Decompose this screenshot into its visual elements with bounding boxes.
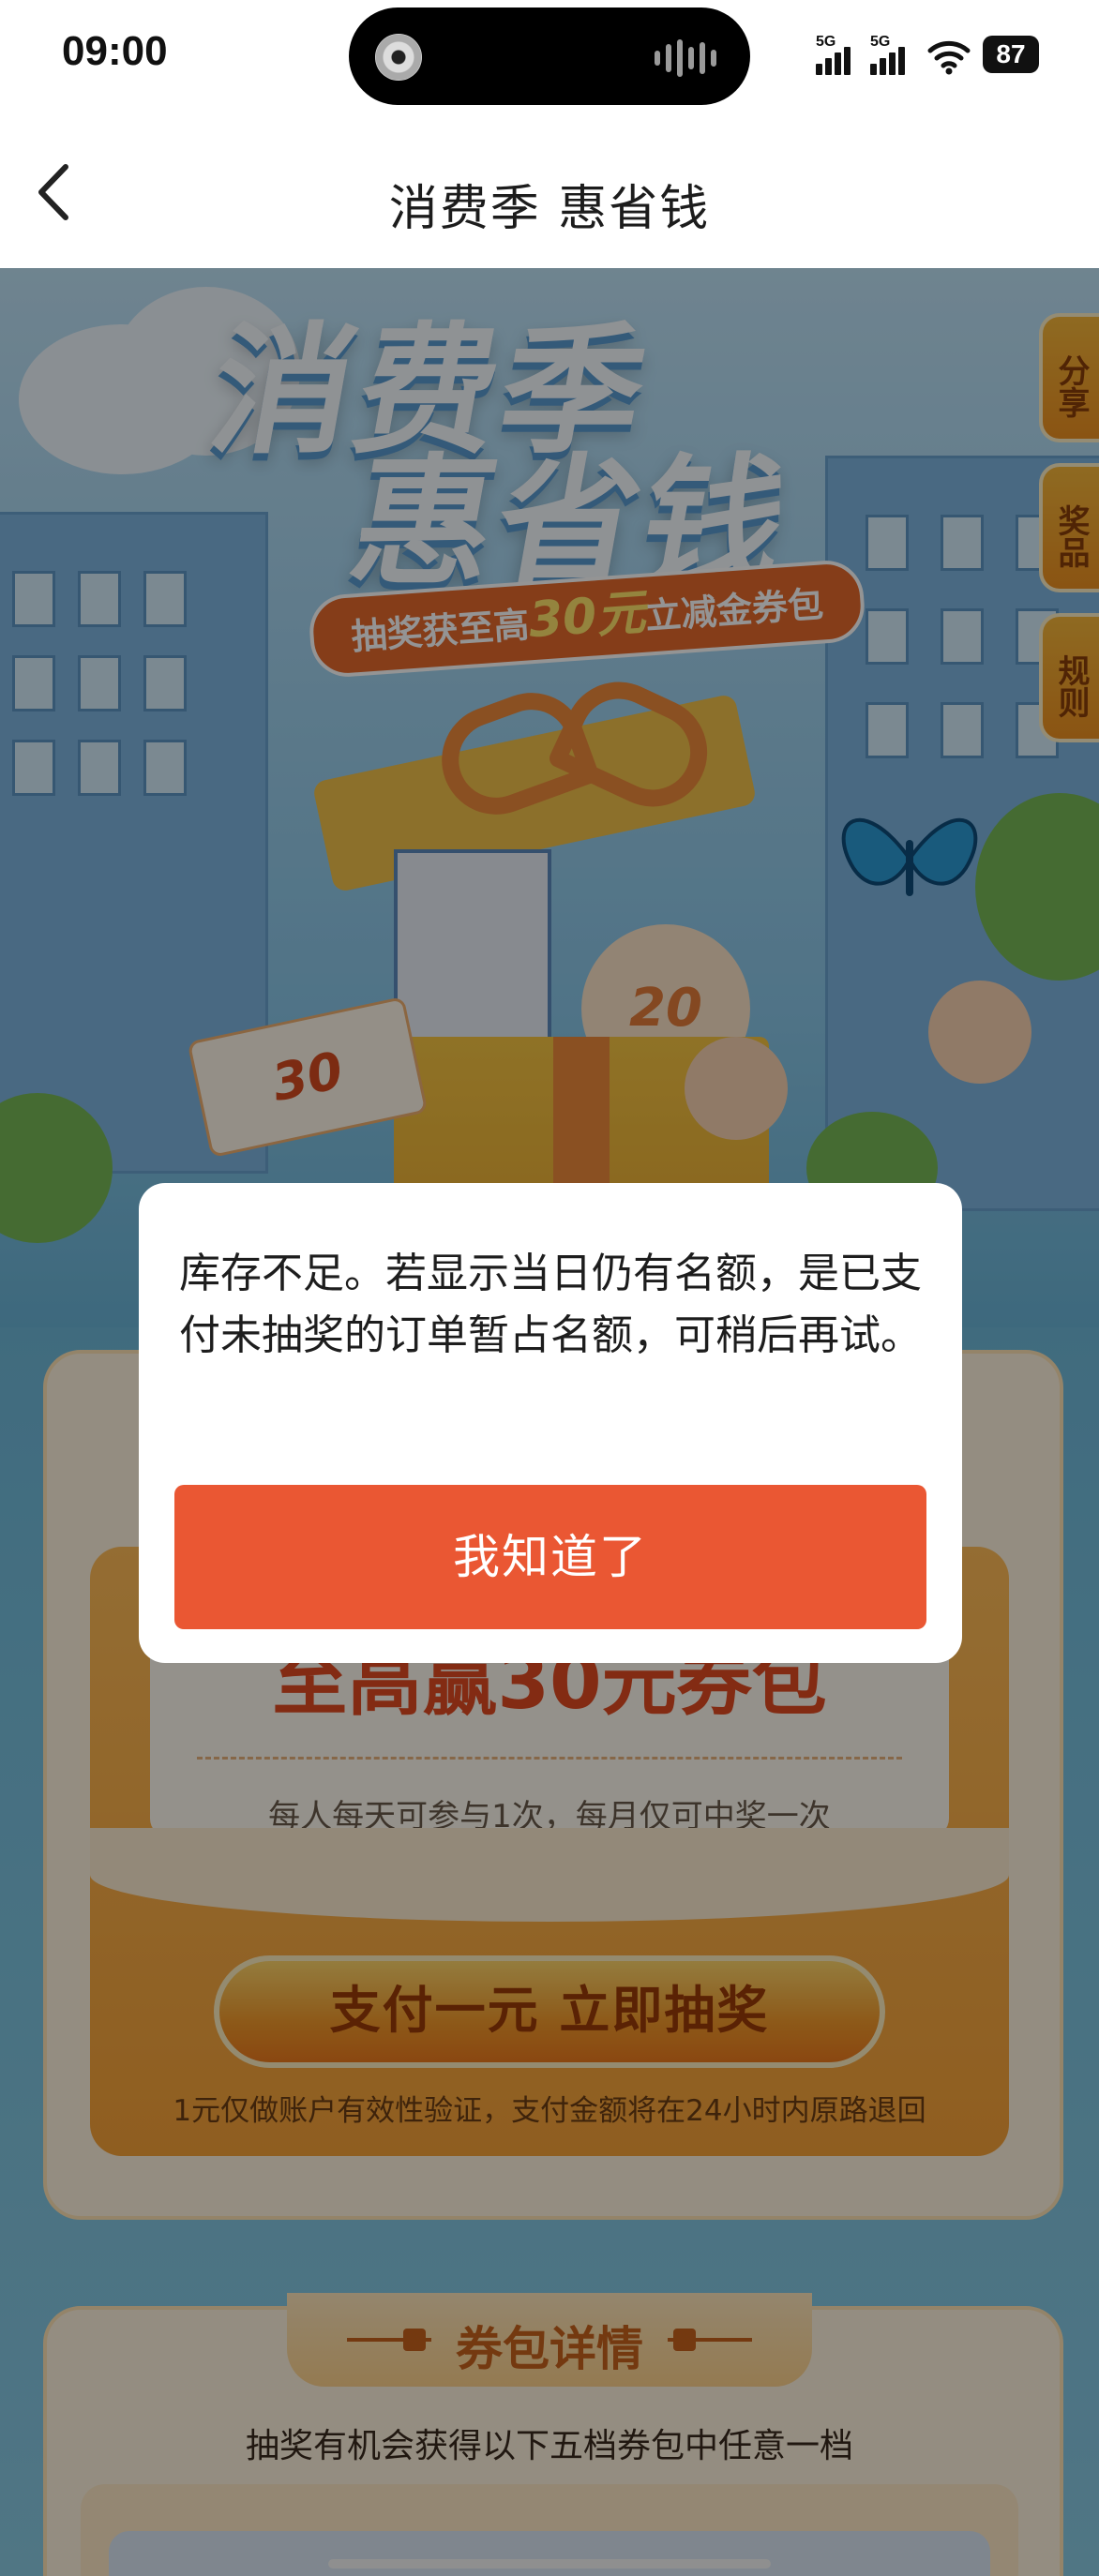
signal-label: 5G: [816, 34, 836, 50]
alert-dialog: 库存不足。若显示当日仍有名额，是已支付未抽奖的订单暂占名额，可稍后再试。 我知道…: [139, 1183, 962, 1663]
dialog-confirm-button[interactable]: 我知道了: [174, 1485, 926, 1629]
home-indicator[interactable]: [328, 2559, 771, 2569]
nav-bar: 消费季 惠省钱: [0, 112, 1099, 268]
signal-icon: 5G: [816, 34, 859, 75]
battery-icon: 87: [983, 36, 1039, 73]
audio-wave-icon: [655, 39, 720, 77]
status-icons: 5G 5G 87: [816, 32, 1041, 79]
wifi-icon: [927, 40, 971, 75]
status-time: 09:00: [62, 28, 168, 74]
signal-label: 5G: [870, 34, 891, 50]
signal-icon: 5G: [870, 34, 913, 75]
page-title: 消费季 惠省钱: [388, 181, 711, 237]
dialog-message: 库存不足。若显示当日仍有名额，是已支付未抽奖的订单暂占名额，可稍后再试。: [179, 1250, 922, 1359]
page: 09:00 5G 5G 87 消费季 惠省钱 消费季 惠省钱 抽奖获至高30元立…: [0, 0, 1099, 2576]
status-bar: 09:00 5G 5G 87: [0, 0, 1099, 112]
dynamic-island: [349, 7, 750, 105]
music-disc-icon: [375, 34, 422, 81]
